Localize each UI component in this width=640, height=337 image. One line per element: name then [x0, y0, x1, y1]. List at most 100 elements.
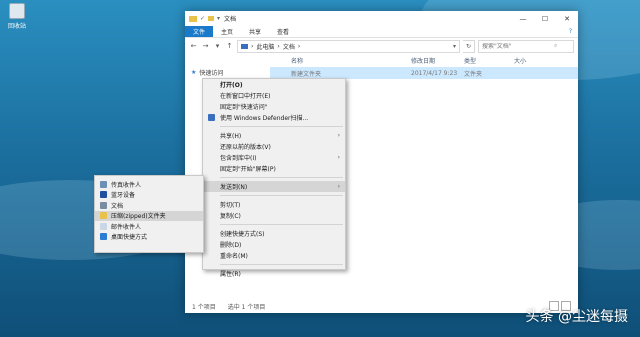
watermark-text: 头条 @尘迷每摄 [525, 309, 628, 325]
item-count: 1 个项目 [192, 303, 216, 311]
send-to-item[interactable]: 文档 [95, 200, 203, 211]
recycle-bin-icon [9, 3, 25, 19]
new-folder-quick-icon[interactable] [208, 16, 215, 21]
search-icon: ⌕ [554, 42, 558, 49]
navigation-bar: ← → ▾ ↑ › 此电脑 › 文档 › ▾ ↻ ⌕ [185, 38, 578, 54]
context-menu-item[interactable]: 复制(C) [203, 210, 345, 221]
mail-icon [100, 222, 107, 230]
send-to-item-label: 蓝牙设备 [111, 192, 136, 200]
menu-separator [220, 177, 343, 178]
breadcrumb-this-pc[interactable]: 此电脑 [256, 42, 274, 51]
search-input[interactable] [482, 42, 552, 50]
send-to-item[interactable]: 压缩(zipped)文件夹 [95, 210, 203, 221]
context-menu-item[interactable]: 重命名(M) [203, 250, 345, 261]
column-date-modified[interactable]: 修改日期 [411, 56, 464, 65]
up-arrow-icon[interactable]: ↑ [225, 42, 234, 50]
file-type: 文件夹 [464, 70, 483, 78]
submenu-arrow-icon: › [337, 183, 340, 190]
submenu-arrow-icon: › [337, 132, 340, 139]
context-menu-item-label: 复制(C) [220, 213, 241, 220]
send-to-item[interactable]: 传真收件人 [95, 179, 203, 190]
context-menu-item-label: 使用 Windows Defender扫描... [220, 115, 309, 122]
context-menu-item[interactable]: 共享(H) › [203, 130, 345, 141]
context-menu-item[interactable]: 打开(O) [203, 79, 345, 90]
send-to-item[interactable]: 邮件收件人 [95, 221, 203, 232]
address-dropdown-icon[interactable]: ▾ [453, 43, 456, 50]
nav-quick-access-label: 快速访问 [199, 70, 224, 77]
menu-separator [220, 264, 343, 265]
column-name[interactable]: 名称 [291, 56, 411, 65]
context-menu-item-label: 在新窗口中打开(E) [220, 93, 271, 100]
close-button[interactable]: ✕ [556, 11, 578, 26]
properties-quick-icon[interactable]: ✓ [200, 15, 205, 22]
context-menu-item-label: 固定到"开始"屏幕(P) [220, 166, 276, 173]
minimize-button[interactable]: — [512, 11, 534, 26]
context-menu-item-label: 创建快捷方式(S) [220, 231, 265, 238]
desktop-icon [100, 233, 107, 241]
maximize-button[interactable]: ☐ [534, 11, 556, 26]
bluetooth-icon [100, 191, 107, 199]
recycle-bin-label: 回收站 [7, 23, 26, 30]
context-menu-item[interactable]: 创建快捷方式(S) [203, 228, 345, 239]
context-menu-item[interactable]: 发送到(N) › [203, 181, 345, 192]
documents-icon [100, 201, 107, 209]
search-box[interactable]: ⌕ [478, 39, 574, 53]
menu-separator [220, 195, 343, 196]
defender-icon [208, 114, 215, 121]
context-menu-item[interactable]: 使用 Windows Defender扫描... [203, 112, 345, 123]
tab-home[interactable]: 主页 [213, 26, 241, 37]
context-menu-item[interactable]: 在新窗口中打开(E) [203, 90, 345, 101]
context-menu-item-label: 剪切(T) [220, 202, 241, 209]
back-arrow-icon[interactable]: ← [189, 42, 198, 50]
send-to-item-label: 压缩(zipped)文件夹 [111, 213, 166, 221]
tab-share[interactable]: 共享 [241, 26, 269, 37]
address-bar[interactable]: › 此电脑 › 文档 › ▾ [237, 39, 460, 53]
recycle-bin-desktop-icon[interactable]: 回收站 [4, 3, 30, 30]
submenu-arrow-icon: › [337, 154, 340, 161]
context-menu-item[interactable]: 固定到"快速访问" [203, 101, 345, 112]
context-menu-item-label: 发送到(N) [220, 184, 248, 191]
pc-icon [241, 43, 248, 49]
context-menu-item-label: 属性(R) [220, 271, 241, 278]
zip-folder-icon [100, 212, 107, 220]
breadcrumb-documents[interactable]: 文档 [283, 42, 295, 51]
column-type[interactable]: 类型 [464, 56, 514, 65]
forward-arrow-icon[interactable]: → [201, 42, 210, 50]
context-menu-item[interactable]: 包含到库中(I) › [203, 152, 345, 163]
context-menu-item[interactable]: 还原以前的版本(V) [203, 141, 345, 152]
help-icon[interactable]: ? [563, 26, 578, 37]
context-menu-item-label: 还原以前的版本(V) [220, 144, 271, 151]
menu-separator [220, 224, 343, 225]
context-menu-item[interactable]: 属性(R) [203, 268, 345, 279]
context-menu-item[interactable]: 剪切(T) [203, 199, 345, 210]
customize-quick-access-icon[interactable]: ▾ [217, 15, 220, 22]
send-to-item[interactable]: 蓝牙设备 [95, 190, 203, 201]
context-menu-item-label: 共享(H) [220, 133, 242, 140]
send-to-item-label: 文档 [111, 202, 124, 210]
column-size[interactable]: 大小 [514, 56, 526, 65]
send-to-item-label: 传真收件人 [111, 181, 142, 189]
selected-count: 选中 1 个项目 [227, 303, 266, 311]
tab-view[interactable]: 查看 [269, 26, 297, 37]
tab-file[interactable]: 文件 [185, 26, 214, 37]
ribbon-tabs: 文件 主页 共享 查看 ? [185, 26, 578, 38]
context-menu-item[interactable]: 删除(D) [203, 239, 345, 250]
recent-locations-icon[interactable]: ▾ [213, 42, 222, 50]
column-header-row: 名称 修改日期 类型 大小 [265, 54, 578, 67]
title-bar: ✓ ▾ 文档 — ☐ ✕ [185, 11, 578, 26]
status-bar: 1 个项目 选中 1 个项目 [185, 299, 578, 313]
context-menu-item-label: 删除(D) [220, 242, 242, 249]
send-to-submenu: 传真收件人蓝牙设备文档压缩(zipped)文件夹 邮件收件人 桌面快捷方式 [94, 175, 204, 253]
context-menu-item[interactable]: 固定到"开始"屏幕(P) [203, 163, 345, 174]
refresh-icon[interactable]: ↻ [463, 39, 475, 53]
send-to-item[interactable]: 桌面快捷方式 [95, 232, 203, 243]
context-menu-item-label: 重命名(M) [220, 253, 248, 260]
file-name: 新建文件夹 [291, 70, 322, 78]
nav-quick-access[interactable]: ★ 快速访问 [185, 67, 265, 78]
window-title: 文档 [224, 16, 237, 23]
star-icon: ★ [191, 69, 197, 76]
context-menu: 打开(O) 在新窗口中打开(E) 固定到"快速访问" 使用 Windows Defen… [202, 78, 346, 278]
context-menu-item-label: 包含到库中(I) [220, 155, 257, 162]
menu-separator [220, 126, 343, 127]
context-menu-item-label: 打开(O) [220, 82, 243, 89]
